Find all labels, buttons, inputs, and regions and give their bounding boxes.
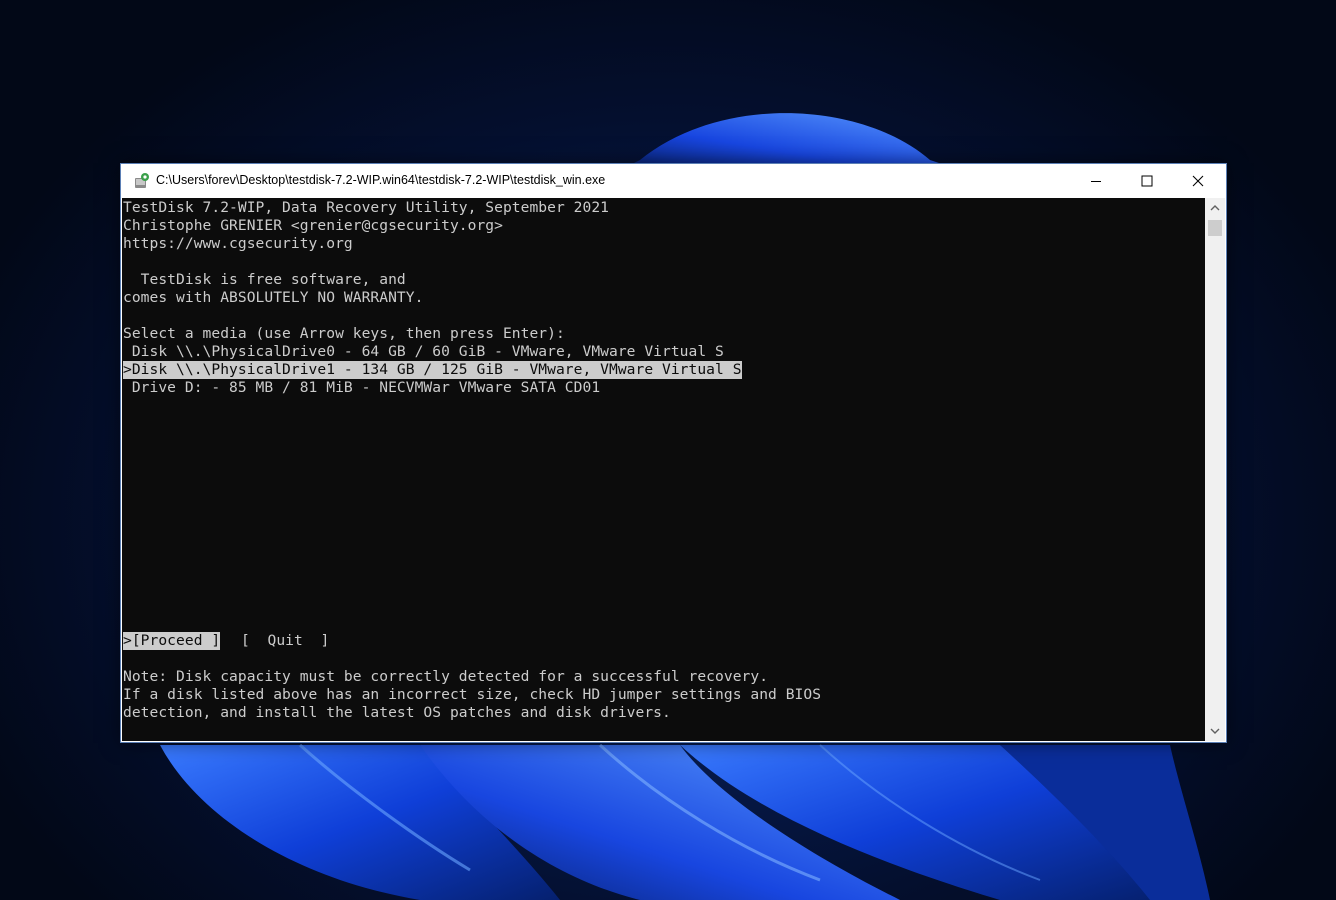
minimize-button[interactable] bbox=[1071, 164, 1121, 198]
close-icon bbox=[1192, 175, 1204, 187]
maximize-icon bbox=[1141, 175, 1153, 187]
testdisk-console-window[interactable]: C:\Users\forev\Desktop\testdisk-7.2-WIP.… bbox=[120, 163, 1227, 743]
note-line: Note: Disk capacity must be correctly de… bbox=[123, 668, 769, 685]
scrollbar-thumb[interactable] bbox=[1208, 220, 1222, 236]
note-line: If a disk listed above has an incorrect … bbox=[123, 686, 822, 703]
proceed-button[interactable]: >[Proceed ] bbox=[123, 632, 221, 650]
quit-button[interactable]: [ Quit ] bbox=[241, 632, 329, 650]
media-item-drive-d[interactable]: Drive D: - 85 MB / 81 MiB - NECVMWar VMw… bbox=[123, 379, 600, 397]
vertical-scrollbar[interactable] bbox=[1205, 198, 1225, 741]
media-item-physicaldrive0[interactable]: Disk \\.\PhysicalDrive0 - 64 GB / 60 GiB… bbox=[123, 343, 724, 361]
scroll-down-arrow-icon[interactable] bbox=[1210, 727, 1220, 735]
header-line: TestDisk 7.2-WIP, Data Recovery Utility,… bbox=[123, 199, 609, 216]
close-button[interactable] bbox=[1173, 164, 1223, 198]
scroll-up-arrow-icon[interactable] bbox=[1210, 204, 1220, 212]
license-line: comes with ABSOLUTELY NO WARRANTY. bbox=[123, 289, 424, 306]
media-item-physicaldrive1-selected[interactable]: >Disk \\.\PhysicalDrive1 - 134 GB / 125 … bbox=[123, 361, 742, 379]
note-line: detection, and install the latest OS pat… bbox=[123, 704, 671, 721]
window-titlebar[interactable]: C:\Users\forev\Desktop\testdisk-7.2-WIP.… bbox=[121, 164, 1226, 198]
testdisk-app-icon bbox=[135, 173, 149, 188]
license-line: TestDisk is free software, and bbox=[123, 271, 406, 288]
media-prompt: Select a media (use Arrow keys, then pre… bbox=[123, 325, 565, 342]
header-line: Christophe GRENIER <grenier@cgsecurity.o… bbox=[123, 217, 503, 234]
header-line: https://www.cgsecurity.org bbox=[123, 235, 353, 252]
minimize-icon bbox=[1091, 181, 1101, 182]
console-output[interactable]: TestDisk 7.2-WIP, Data Recovery Utility,… bbox=[122, 198, 1205, 741]
window-title: C:\Users\forev\Desktop\testdisk-7.2-WIP.… bbox=[156, 173, 606, 187]
maximize-button[interactable] bbox=[1122, 164, 1172, 198]
